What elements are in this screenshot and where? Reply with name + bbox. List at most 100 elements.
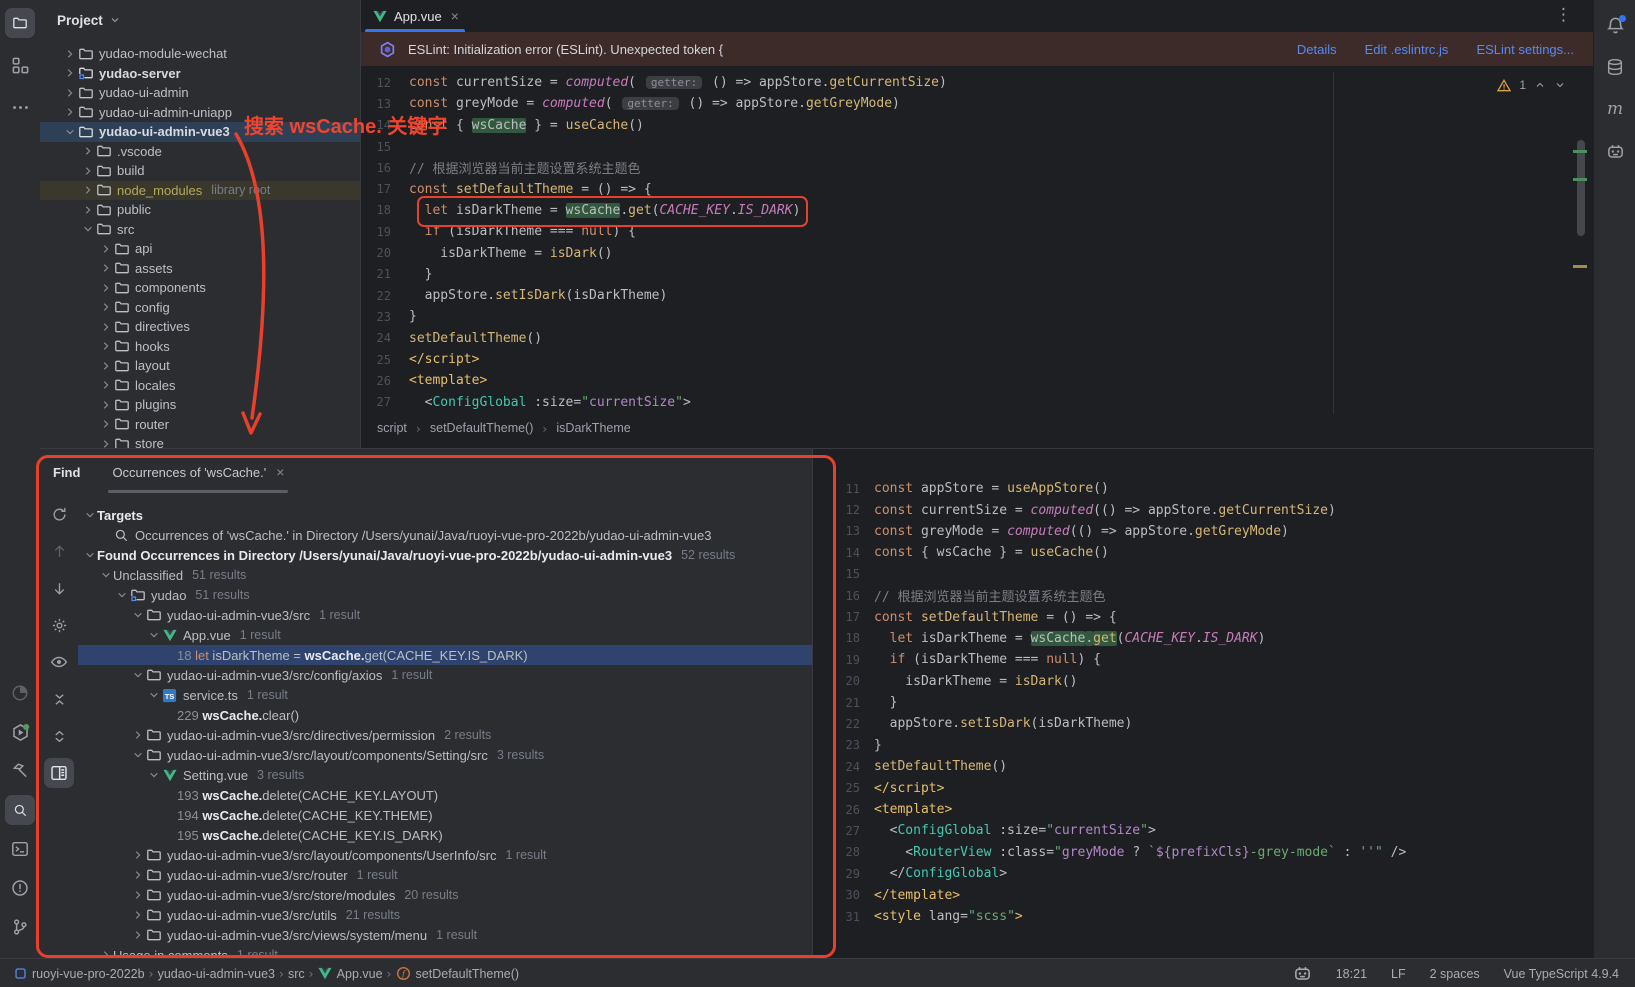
terminal-button[interactable]: [5, 834, 35, 864]
find-result-row[interactable]: Setting.vue3 results: [78, 765, 812, 785]
code-line-16[interactable]: 16// 根据浏览器当前主题设置系统主题色: [826, 585, 1406, 606]
project-tree-row[interactable]: hooks: [40, 337, 360, 357]
code-line-23[interactable]: 23}: [361, 306, 947, 327]
arrowUp-button[interactable]: [44, 536, 74, 566]
code-line-25[interactable]: 25</script>: [361, 349, 947, 370]
project-tree-row[interactable]: yudao-module-wechat: [40, 44, 360, 64]
previewPane-button[interactable]: [44, 758, 74, 788]
project-tree-row[interactable]: locales: [40, 376, 360, 396]
banner-link-details[interactable]: Details: [1297, 42, 1337, 57]
find-result-row[interactable]: yudao-ui-admin-vue3/src/store/modules20 …: [78, 885, 812, 905]
project-tree-row[interactable]: build: [40, 161, 360, 181]
code-line-24[interactable]: 24setDefaultTheme(): [826, 756, 1406, 777]
code-line-14[interactable]: 14const { wsCache } = useCache(): [826, 542, 1406, 563]
code-line-16[interactable]: 16// 根据浏览器当前主题设置系统主题色: [361, 157, 947, 178]
code-line-25[interactable]: 25</script>: [826, 777, 1406, 798]
project-tree-row[interactable]: directives: [40, 317, 360, 337]
find-tab[interactable]: Occurrences of 'wsCache.' ×: [112, 449, 284, 495]
status-crumb[interactable]: App.vue: [318, 967, 383, 981]
eye-button[interactable]: [44, 647, 74, 677]
banner-link-edit-eslintrc[interactable]: Edit .eslintrc.js: [1365, 42, 1449, 57]
project-tree-row[interactable]: src: [40, 220, 360, 240]
project-tree-row[interactable]: yudao-server: [40, 64, 360, 84]
find-result-row[interactable]: yudao-ui-admin-vue3/src/layout/component…: [78, 845, 812, 865]
code-line-17[interactable]: 17const setDefaultTheme = () => {: [361, 178, 947, 199]
find-result-row[interactable]: yudao-ui-admin-vue3/src/views/system/men…: [78, 925, 812, 945]
find-tab-close-icon[interactable]: ×: [274, 464, 284, 480]
code-line-24[interactable]: 24setDefaultTheme(): [361, 328, 947, 349]
preview-code[interactable]: 11const appStore = useAppStore()12const …: [826, 478, 1406, 927]
editor-options-icon[interactable]: ⋮: [1555, 5, 1572, 25]
tab-close-icon[interactable]: ×: [449, 8, 459, 24]
code-line-13[interactable]: 13const greyMode = computed(() => appSto…: [826, 521, 1406, 542]
find-result-row[interactable]: 193 wsCache.delete(CACHE_KEY.LAYOUT): [78, 785, 812, 805]
status-item[interactable]: LF: [1391, 967, 1406, 981]
collapse-button[interactable]: [44, 721, 74, 751]
project-tree-row[interactable]: api: [40, 239, 360, 259]
code-line-15[interactable]: 15: [826, 564, 1406, 585]
arrowDown-button[interactable]: [44, 573, 74, 603]
find-result-row[interactable]: Targets: [78, 505, 812, 525]
code-line-19[interactable]: 19 if (isDarkTheme === null) {: [826, 649, 1406, 670]
code-line-21[interactable]: 21 }: [361, 264, 947, 285]
status-crumb[interactable]: yudao-ui-admin-vue3: [158, 967, 275, 981]
status-crumb[interactable]: fsetDefaultTheme(): [396, 966, 520, 981]
project-tree-row[interactable]: public: [40, 200, 360, 220]
robot-button[interactable]: [1600, 136, 1630, 166]
status-item[interactable]: 2 spaces: [1430, 967, 1480, 981]
project-tree-row[interactable]: yudao-ui-admin-vue3: [40, 122, 360, 142]
find-result-row[interactable]: yudao-ui-admin-vue3/src/router1 result: [78, 865, 812, 885]
code-line-15[interactable]: 15: [361, 136, 947, 157]
code-line-12[interactable]: 12const currentSize = computed(() => app…: [826, 499, 1406, 520]
run-button[interactable]: [5, 717, 35, 747]
breadcrumb-item[interactable]: isDarkTheme: [556, 421, 630, 435]
find-result-row[interactable]: yudao51 results: [78, 585, 812, 605]
editor-scrollbar[interactable]: [1577, 140, 1585, 236]
code-line-28[interactable]: 28 <RouterView :class="greyMode ? `${pre…: [826, 842, 1406, 863]
code-line-18[interactable]: 18 let isDarkTheme = wsCache.get(CACHE_K…: [361, 200, 947, 221]
editor-tab-appvue[interactable]: App.vue ×: [361, 0, 469, 32]
code-line-22[interactable]: 22 appStore.setIsDark(isDarkTheme): [826, 713, 1406, 734]
status-crumb[interactable]: src: [288, 967, 305, 981]
project-tree-row[interactable]: plugins: [40, 395, 360, 415]
project-tree-row[interactable]: components: [40, 278, 360, 298]
code-line-20[interactable]: 20 isDarkTheme = isDark(): [361, 242, 947, 263]
project-tree-row[interactable]: layout: [40, 356, 360, 376]
code-line-19[interactable]: 19 if (isDarkTheme === null) {: [361, 221, 947, 242]
code-line-13[interactable]: 13const greyMode = computed( getter: () …: [361, 93, 947, 114]
code-line-27[interactable]: 27 <ConfigGlobal :size="currentSize">: [826, 820, 1406, 841]
project-tree-row[interactable]: .vscode: [40, 142, 360, 162]
project-tree-row[interactable]: config: [40, 298, 360, 318]
maven-button[interactable]: m: [1600, 94, 1630, 124]
status-item[interactable]: Vue TypeScript 4.9.4: [1504, 967, 1619, 981]
search-button[interactable]: [5, 795, 35, 825]
database-button[interactable]: [1600, 52, 1630, 82]
pie-button[interactable]: [5, 678, 35, 708]
find-result-row[interactable]: 18 let isDarkTheme = wsCache.get(CACHE_K…: [78, 645, 812, 665]
modules-button[interactable]: [5, 50, 35, 80]
project-tree-row[interactable]: node_moduleslibrary root: [40, 181, 360, 201]
code-line-14[interactable]: 14const { wsCache } = useCache(): [361, 115, 947, 136]
code-line-23[interactable]: 23}: [826, 735, 1406, 756]
code-line-18[interactable]: 18 let isDarkTheme = wsCache.get(CACHE_K…: [826, 628, 1406, 649]
expand-button[interactable]: [44, 684, 74, 714]
code-line-17[interactable]: 17const setDefaultTheme = () => {: [826, 606, 1406, 627]
project-panel-header[interactable]: Project: [40, 0, 360, 40]
code-line-12[interactable]: 12const currentSize = computed( getter: …: [361, 72, 947, 93]
status-item[interactable]: 18:21: [1336, 967, 1367, 981]
inspections-widget[interactable]: 1: [1497, 78, 1566, 92]
code-line-11[interactable]: 11const appStore = useAppStore(): [826, 478, 1406, 499]
find-result-row[interactable]: yudao-ui-admin-vue3/src/layout/component…: [78, 745, 812, 765]
find-result-row[interactable]: Found Occurrences in Directory /Users/yu…: [78, 545, 812, 565]
find-result-row[interactable]: yudao-ui-admin-vue3/src/utils21 results: [78, 905, 812, 925]
branch-button[interactable]: [5, 912, 35, 942]
code-line-21[interactable]: 21 }: [826, 692, 1406, 713]
robot-icon[interactable]: [1293, 964, 1312, 983]
find-result-row[interactable]: Unclassified51 results: [78, 565, 812, 585]
status-crumb[interactable]: ruoyi-vue-pro-2022b: [14, 967, 145, 981]
project-tree-row[interactable]: yudao-ui-admin: [40, 83, 360, 103]
find-result-row[interactable]: TSservice.ts1 result: [78, 685, 812, 705]
more-button[interactable]: [5, 92, 35, 122]
code-line-31[interactable]: 31<style lang="scss">: [826, 906, 1406, 927]
refresh-button[interactable]: [44, 499, 74, 529]
